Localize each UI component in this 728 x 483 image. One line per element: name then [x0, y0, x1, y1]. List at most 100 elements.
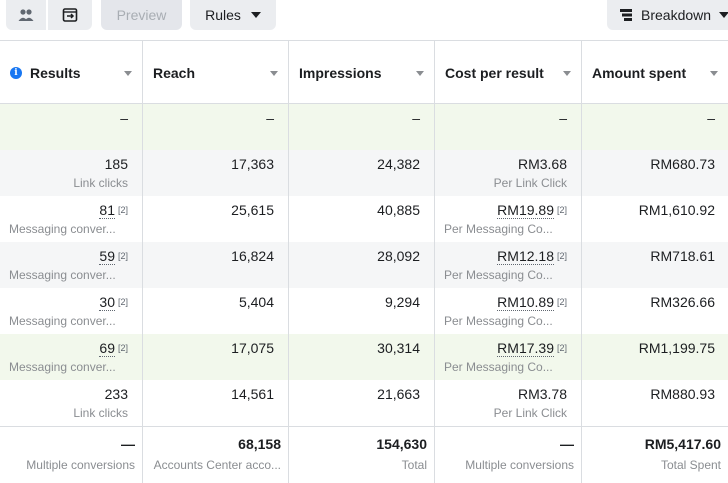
column-header-label: Cost per result [445, 64, 544, 81]
totals-cost-cell: — Multiple conversions [435, 427, 582, 483]
results-cell-value: 185 [104, 156, 128, 172]
footnote-marker: [2] [117, 251, 128, 261]
info-icon[interactable]: i [10, 66, 22, 79]
footnote-marker: [2] [556, 343, 567, 353]
cost-cell-value: RM3.68 [517, 156, 567, 172]
results-cell-sub: Messaging conver... [9, 314, 116, 328]
results-cell-sub: Link clicks [73, 176, 128, 190]
column-header-amount-spent[interactable]: Amount spent [582, 41, 728, 104]
impressions-cell-value: 9,294 [384, 294, 420, 310]
totals-reach-sub: Accounts Center acco... [153, 458, 281, 472]
reach-cell-value: 16,824 [231, 248, 274, 264]
people-icon [18, 9, 34, 21]
export-button[interactable] [48, 0, 92, 30]
amount-cell-value: RM880.93 [650, 386, 715, 402]
results-cell-value[interactable]: 30 [99, 294, 115, 311]
results-cell-value[interactable]: 81 [99, 202, 115, 219]
toolbar: Preview Rules Breakdown [0, 0, 728, 40]
table-row[interactable]: 69 [2] Messaging conver... 17,075 30,314 RM17… [0, 334, 728, 380]
cost-cell-sub: Per Messaging Co... [444, 360, 553, 374]
breakdown-label: Breakdown [641, 7, 712, 23]
table-row[interactable]: 185 Link clicks 17,363 24,382 RM3.68 Per Link… [0, 150, 728, 196]
totals-reach: 68,158 [238, 436, 281, 452]
chevron-down-icon [719, 12, 728, 18]
reach-cell: 16,824 [143, 242, 289, 288]
impressions-cell-value: 40,885 [377, 202, 420, 218]
table-row[interactable]: 59 [2] Messaging conver... 16,824 28,092 RM12… [0, 242, 728, 288]
impressions-cell: 9,294 [289, 288, 435, 334]
amount-cell: RM326.66 [582, 288, 728, 334]
amount-cell: RM880.93 [582, 380, 728, 426]
breakdown-dropdown[interactable]: Breakdown [607, 0, 728, 30]
cost-cell-value: – [559, 110, 567, 126]
impressions-cell-value: – [412, 110, 420, 126]
sort-icon[interactable] [124, 71, 132, 76]
cost-cell-sub: Per Messaging Co... [444, 268, 553, 282]
table-row[interactable]: – – – – – [0, 104, 728, 150]
cost-cell: RM19.89 [2] Per Messaging Co... [435, 196, 582, 242]
impressions-cell-value: 30,314 [377, 340, 420, 356]
impressions-cell-value: 21,663 [377, 386, 420, 402]
cost-cell-value: RM3.78 [517, 386, 567, 402]
results-cell-value[interactable]: 69 [99, 340, 115, 357]
results-cell: 30 [2] Messaging conver... [0, 288, 143, 334]
sort-icon[interactable] [270, 71, 278, 76]
totals-impressions: 154,630 [376, 436, 427, 452]
reach-cell-value: 17,363 [231, 156, 274, 172]
amount-cell: RM1,199.75 [582, 334, 728, 380]
totals-cost-sub: Multiple conversions [465, 458, 574, 472]
cost-cell: RM17.39 [2] Per Messaging Co... [435, 334, 582, 380]
cost-cell: RM10.89 [2] Per Messaging Co... [435, 288, 582, 334]
cost-cell-value[interactable]: RM17.39 [497, 340, 554, 357]
results-cell: 81 [2] Messaging conver... [0, 196, 143, 242]
amount-cell-value: RM680.73 [650, 156, 715, 172]
results-cell-value[interactable]: 59 [99, 248, 115, 265]
rules-dropdown[interactable]: Rules [190, 0, 276, 30]
results-cell-sub: Messaging conver... [9, 360, 116, 374]
reach-cell-value: 17,075 [231, 340, 274, 356]
preview-label: Preview [116, 7, 167, 23]
impressions-cell: – [289, 104, 435, 150]
footnote-marker: [2] [556, 251, 567, 261]
footnote-marker: [2] [556, 205, 567, 215]
impressions-cell: 21,663 [289, 380, 435, 426]
sort-icon[interactable] [710, 71, 718, 76]
totals-results-sub: Multiple conversions [26, 458, 135, 472]
amount-cell-value: RM326.66 [650, 294, 715, 310]
impressions-cell-value: 28,092 [377, 248, 420, 264]
sort-icon[interactable] [416, 71, 424, 76]
totals-results: — [121, 436, 135, 452]
column-header-label: Impressions [299, 64, 382, 81]
amount-cell-value: – [707, 110, 715, 126]
results-cell-sub: Link clicks [73, 406, 128, 420]
audience-button[interactable] [6, 0, 46, 30]
column-header-impressions[interactable]: Impressions [289, 41, 435, 104]
reach-cell-value: 14,561 [231, 386, 274, 402]
column-header-reach[interactable]: Reach [143, 41, 289, 104]
totals-amount-sub: Total Spent [660, 458, 721, 472]
cost-cell-value[interactable]: RM19.89 [497, 202, 554, 219]
results-cell-value: – [120, 110, 128, 126]
column-header-label: Reach [153, 64, 196, 81]
column-header-cost-per-result[interactable]: Cost per result [435, 41, 582, 104]
table-row[interactable]: 81 [2] Messaging conver... 25,615 40,885 RM19… [0, 196, 728, 242]
cost-cell-value[interactable]: RM10.89 [497, 294, 554, 311]
cost-cell-sub: Per Link Click [493, 176, 567, 190]
sort-icon[interactable] [563, 71, 571, 76]
amount-cell: RM1,610.92 [582, 196, 728, 242]
table-row[interactable]: 30 [2] Messaging conver... 5,404 9,294 RM10.8… [0, 288, 728, 334]
amount-cell: RM680.73 [582, 150, 728, 196]
column-header-results[interactable]: i Results [0, 41, 143, 104]
preview-button[interactable]: Preview [101, 0, 182, 30]
reach-cell: 14,561 [143, 380, 289, 426]
cost-cell-value[interactable]: RM12.18 [497, 248, 554, 265]
cost-cell: RM3.68 Per Link Click [435, 150, 582, 196]
chevron-down-icon [250, 12, 261, 18]
rules-label: Rules [205, 7, 241, 23]
footnote-marker: [2] [117, 205, 128, 215]
table-row[interactable]: 233 Link clicks 14,561 21,663 RM3.78 Per Link… [0, 380, 728, 426]
results-cell-sub: Messaging conver... [9, 268, 116, 282]
reach-cell-value: 5,404 [238, 294, 274, 310]
totals-amount: RM5,417.60 [644, 436, 721, 452]
impressions-cell: 24,382 [289, 150, 435, 196]
